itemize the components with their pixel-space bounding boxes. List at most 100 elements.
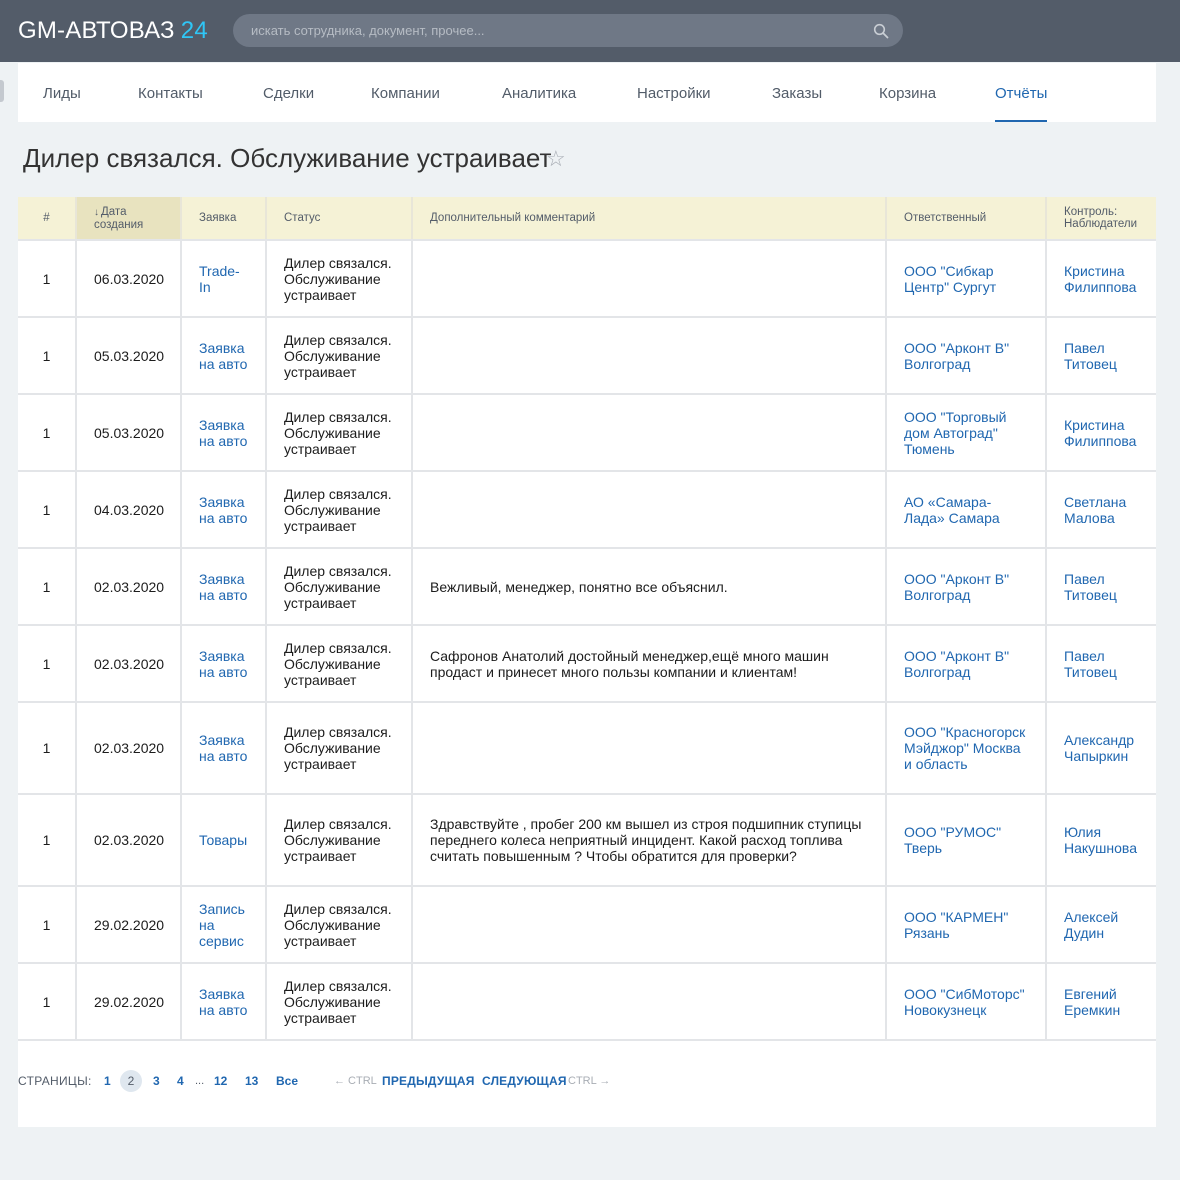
cell-responsible-cell: ООО "Арконт В" Волгоград (886, 548, 1047, 626)
cell-responsible-link[interactable]: ООО "Торговый дом Автоград" Тюмень (904, 409, 1029, 457)
cell-responsible-link[interactable]: ООО "Арконт В" Волгоград (904, 340, 1029, 372)
nav-item-cart[interactable]: Корзина (879, 63, 936, 122)
left-panel-handle[interactable] (0, 80, 4, 102)
nav-item-orders[interactable]: Заказы (772, 63, 822, 122)
page-link-1[interactable]: 1 (104, 1070, 111, 1092)
table-row[interactable]: 1 04.03.2020 Заявка на авто Дилер связался.… (18, 471, 1156, 549)
cell-control-link[interactable]: Алексей Дудин (1064, 909, 1144, 941)
cell-request-link[interactable]: Trade-In (199, 263, 249, 295)
app-title-number: 24 (180, 17, 208, 44)
cell-date: 02.03.2020 (94, 655, 165, 672)
cell-date: 05.03.2020 (94, 424, 165, 441)
column-header-status-label: Статус (284, 212, 321, 224)
table-row[interactable]: 1 02.03.2020 Товары Дилер связался. Обслужи… (18, 794, 1156, 887)
cell-responsible-link[interactable]: ООО "Арконт В" Волгоград (904, 571, 1029, 603)
sort-down-icon: ↓ (94, 206, 99, 218)
nav-item-settings[interactable]: Настройки (637, 63, 711, 122)
cell-date-cell: 06.03.2020 (76, 240, 182, 318)
cell-request-link[interactable]: Заявка на авто (199, 648, 249, 680)
cell-request-link[interactable]: Заявка на авто (199, 571, 249, 603)
cell-status: Дилер связался. Обслуживание устраивает (284, 900, 392, 949)
search-input[interactable] (233, 14, 863, 47)
column-header-date[interactable]: ↓ Дата создания (76, 197, 182, 241)
cell-responsible-link[interactable]: ООО "Сибкар Центр" Сургут (904, 263, 1029, 295)
cell-responsible-link[interactable]: ООО "Красногорск Мэйджор" Москва и облас… (904, 724, 1029, 772)
nav-item-reports[interactable]: Отчёты (995, 63, 1048, 122)
page-link-13[interactable]: 13 (245, 1070, 258, 1092)
cell-num: 1 (42, 993, 51, 1010)
next-page-link[interactable]: СЛЕДУЮЩАЯ (482, 1070, 567, 1092)
cell-request-link[interactable]: Заявка на авто (199, 494, 249, 526)
table-row[interactable]: 1 02.03.2020 Заявка на авто Дилер связался.… (18, 702, 1156, 795)
cell-responsible-cell: ООО "КАРМЕН" Рязань (886, 886, 1047, 964)
table-row[interactable]: 1 02.03.2020 Заявка на авто Дилер связался.… (18, 548, 1156, 626)
column-header-responsible[interactable]: Ответственный (886, 197, 1047, 241)
cell-control-link[interactable]: Юлия Накушнова (1064, 824, 1144, 856)
cell-status-cell: Дилер связался. Обслуживание устраивает (266, 625, 413, 703)
cell-responsible-link[interactable]: ООО "СибМоторс" Новокузнецк (904, 986, 1029, 1018)
column-header-comment-label: Дополнительный комментарий (430, 212, 596, 224)
nav-item-analytics[interactable]: Аналитика (502, 63, 576, 122)
cell-date: 02.03.2020 (94, 832, 165, 848)
cell-control-link[interactable]: Павел Титовец (1064, 340, 1144, 372)
cell-status-cell: Дилер связался. Обслуживание устраивает (266, 471, 413, 549)
cell-control-link[interactable]: Евгений Еремкин (1064, 986, 1144, 1018)
nav-item-contacts[interactable]: Контакты (138, 63, 203, 122)
table-row[interactable]: 1 29.02.2020 Заявка на авто Дилер связался.… (18, 963, 1156, 1041)
cell-date-cell: 02.03.2020 (76, 794, 182, 887)
cell-control-link[interactable]: Павел Титовец (1064, 571, 1144, 603)
cell-responsible-cell: ООО "Красногорск Мэйджор" Москва и облас… (886, 702, 1047, 795)
page-link-3[interactable]: 3 (153, 1070, 160, 1092)
pagination-label: СТРАНИЦЫ: (18, 1074, 92, 1088)
cell-control-cell: Кристина Филиппова (1046, 240, 1156, 318)
search-icon[interactable] (873, 23, 889, 39)
cell-responsible-link[interactable]: ООО "РУМОС" Тверь (904, 824, 1029, 856)
cell-request-cell: Заявка на авто (181, 317, 267, 395)
column-header-control[interactable]: Контроль: Наблюдатели (1046, 197, 1156, 241)
cell-request-link[interactable]: Заявка на авто (199, 340, 249, 372)
column-header-request[interactable]: Заявка (181, 197, 267, 241)
column-header-comment[interactable]: Дополнительный комментарий (412, 197, 887, 241)
cell-responsible-link[interactable]: АО «Самара-Лада» Самара (904, 494, 1029, 526)
cell-comment: Здравствуйте , пробег 200 км вышел из ст… (430, 816, 862, 864)
cell-request-link[interactable]: Заявка на авто (199, 732, 249, 764)
cell-request-link[interactable]: Запись на сервис (199, 901, 249, 949)
cell-request-cell: Заявка на авто (181, 702, 267, 795)
cell-control-link[interactable]: Павел Титовец (1064, 648, 1144, 680)
page-link-4[interactable]: 4 (177, 1070, 184, 1092)
nav-item-leads[interactable]: Лиды (43, 63, 81, 122)
page-link-12[interactable]: 12 (214, 1070, 227, 1092)
cell-request-link[interactable]: Товары (199, 832, 249, 848)
nav-item-companies[interactable]: Компании (371, 63, 440, 122)
page-link-all[interactable]: Все (276, 1070, 298, 1092)
nav-item-deals[interactable]: Сделки (263, 63, 314, 122)
cell-responsible-cell: ООО "СибМоторс" Новокузнецк (886, 963, 1047, 1041)
star-icon[interactable]: ☆ (546, 148, 566, 170)
cell-responsible-link[interactable]: ООО "Арконт В" Волгоград (904, 648, 1029, 680)
app-logo[interactable]: GM-АВТОВАЗ 24 (18, 17, 208, 45)
cell-control-link[interactable]: Александр Чапыркин (1064, 732, 1144, 764)
table-row[interactable]: 1 05.03.2020 Заявка на авто Дилер связался.… (18, 394, 1156, 472)
cell-request-link[interactable]: Заявка на авто (199, 417, 249, 449)
cell-comment-cell (412, 886, 887, 964)
cell-control-link[interactable]: Кристина Филиппова (1064, 417, 1144, 449)
column-header-status[interactable]: Статус (266, 197, 413, 241)
cell-request-link[interactable]: Заявка на авто (199, 986, 249, 1018)
cell-comment-cell (412, 240, 887, 318)
prev-page-link[interactable]: ПРЕДЫДУЩАЯ (382, 1070, 475, 1092)
cell-control-cell: Павел Титовец (1046, 317, 1156, 395)
table-row[interactable]: 1 06.03.2020 Trade-In Дилер связался. Обслу… (18, 240, 1156, 318)
table-row[interactable]: 1 05.03.2020 Заявка на авто Дилер связался.… (18, 317, 1156, 395)
column-header-num[interactable]: # (18, 197, 77, 241)
ctrl-right-hint: CTRL → (568, 1075, 611, 1087)
cell-responsible-link[interactable]: ООО "КАРМЕН" Рязань (904, 909, 1029, 941)
app-title: GM-АВТОВАЗ (18, 17, 175, 44)
table-row[interactable]: 1 02.03.2020 Заявка на авто Дилер связался.… (18, 625, 1156, 703)
cell-date: 02.03.2020 (94, 578, 165, 595)
cell-status-cell: Дилер связался. Обслуживание устраивает (266, 886, 413, 964)
cell-control-cell: Кристина Филиппова (1046, 394, 1156, 472)
cell-control-link[interactable]: Светлана Малова (1064, 494, 1144, 526)
cell-status-cell: Дилер связался. Обслуживание устраивает (266, 240, 413, 318)
cell-control-link[interactable]: Кристина Филиппова (1064, 263, 1144, 295)
table-row[interactable]: 1 29.02.2020 Запись на сервис Дилер связалс… (18, 886, 1156, 964)
